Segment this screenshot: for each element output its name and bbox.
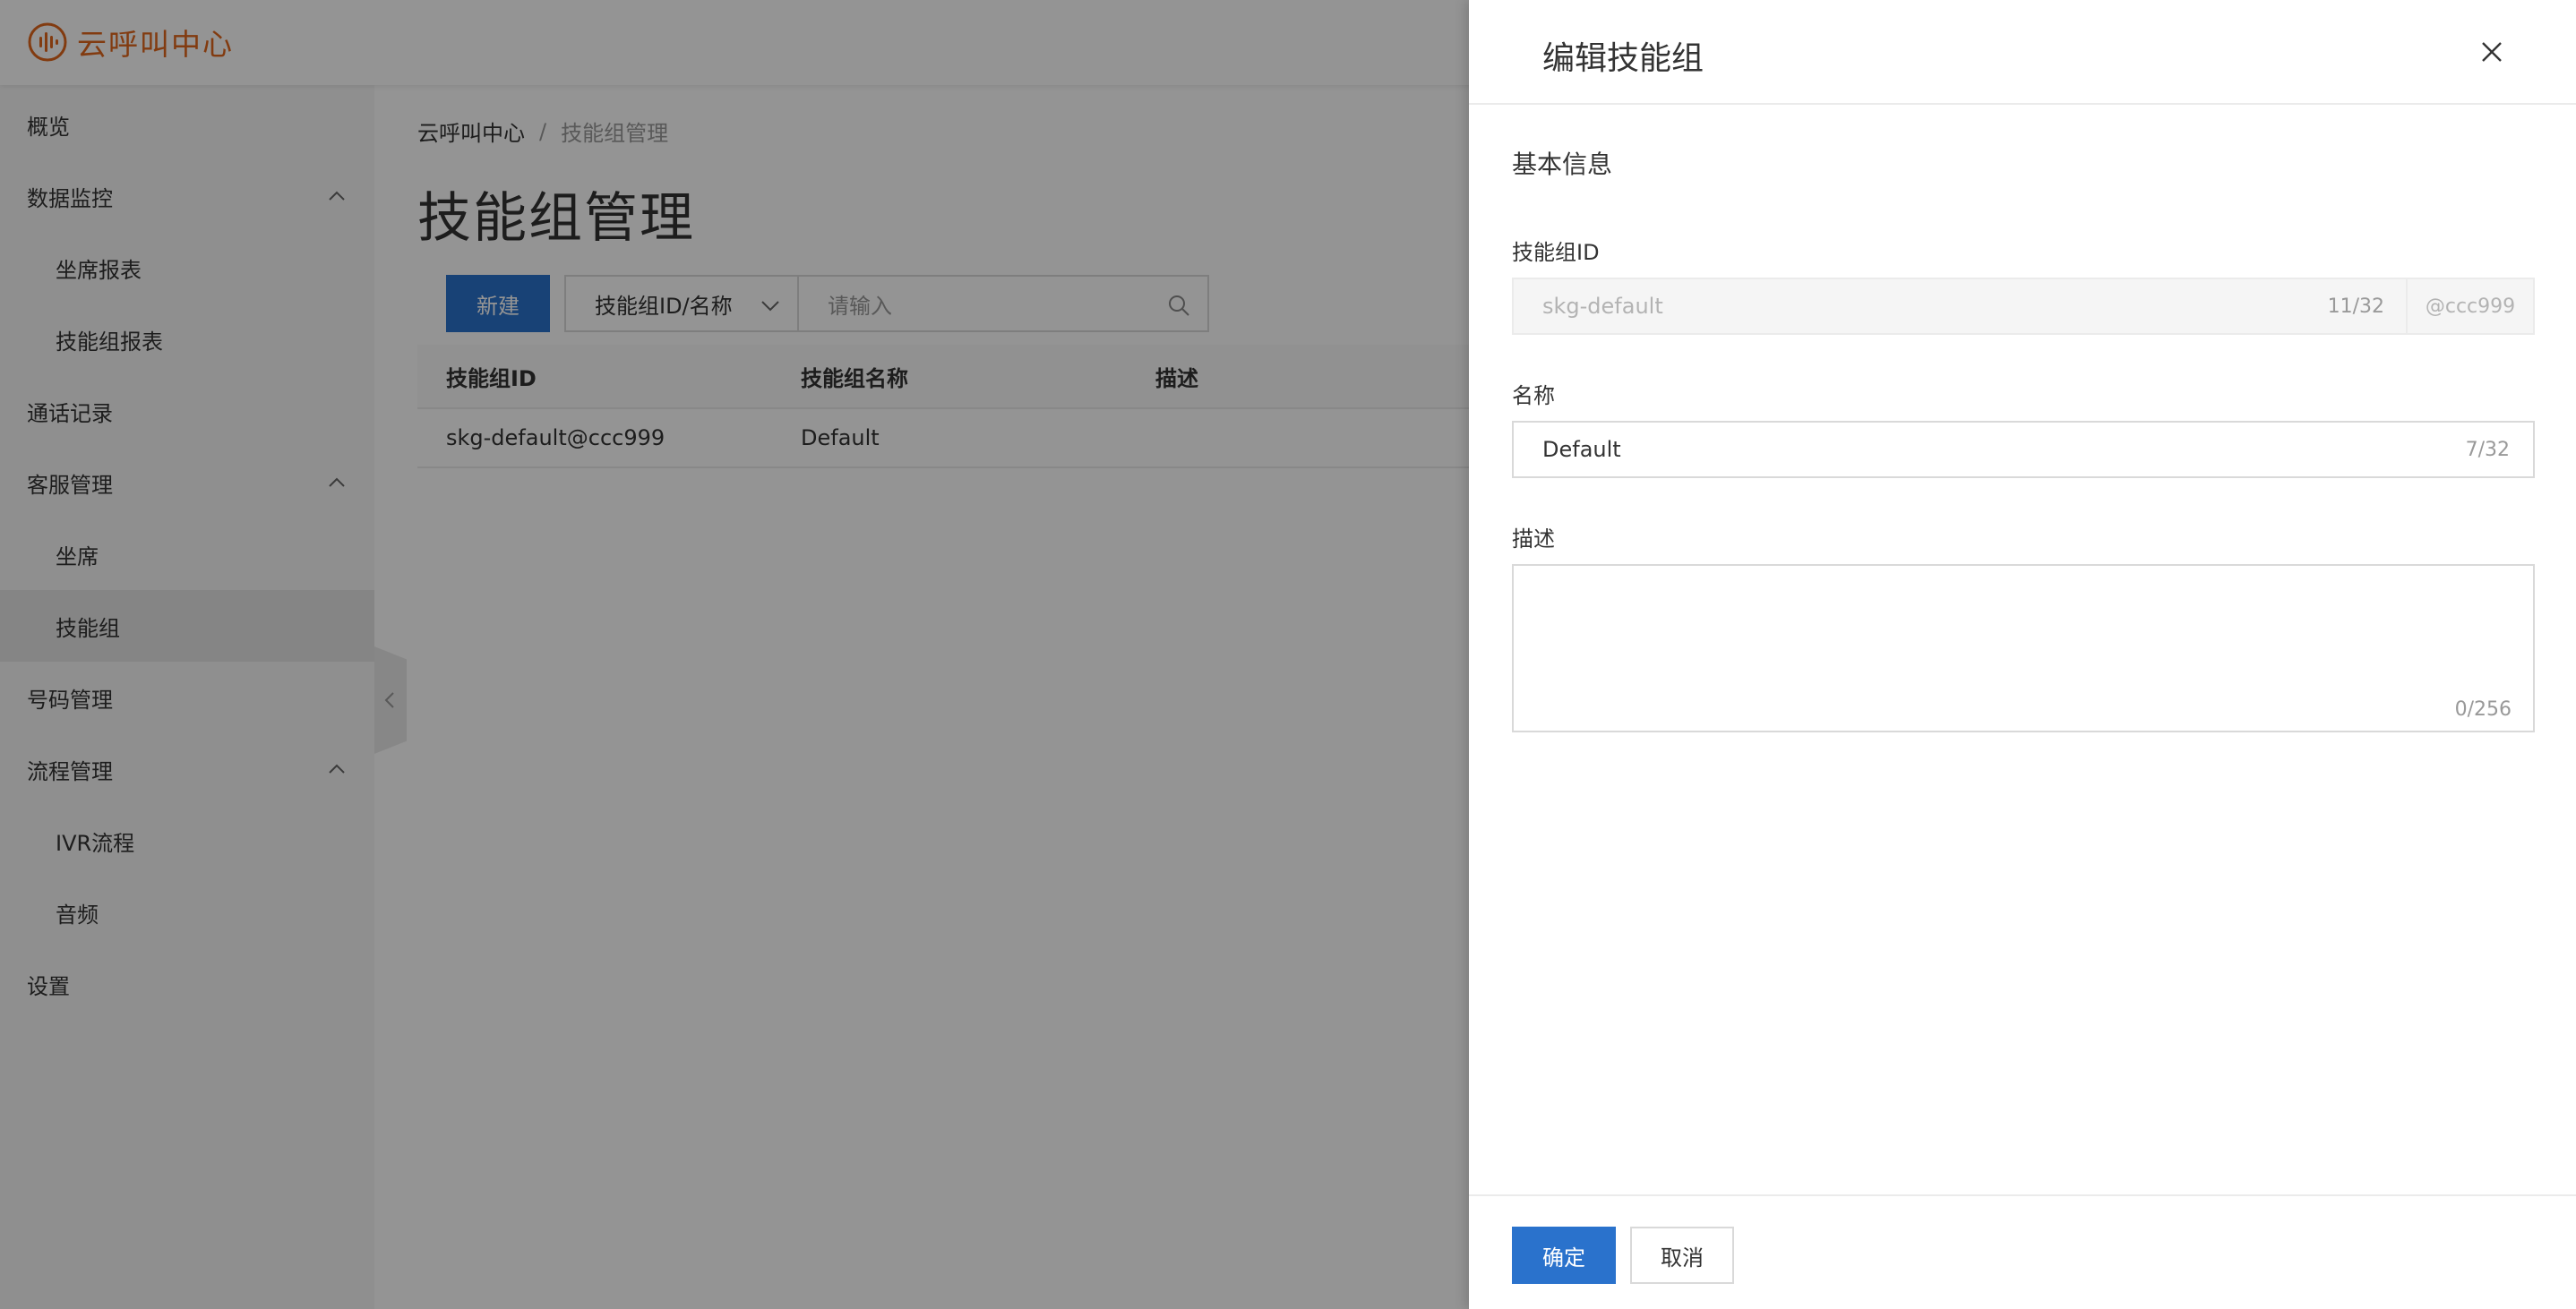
drawer-footer: 确定 取消 (1469, 1194, 2576, 1309)
description-counter: 0/256 (2454, 697, 2512, 721)
skill-group-id-field: skg-default 11/32 @ccc999 (1512, 278, 2535, 335)
drawer-title: 编辑技能组 (1542, 40, 1704, 77)
description-textarea[interactable]: 0/256 (1512, 564, 2535, 732)
cancel-button[interactable]: 取消 (1630, 1227, 1734, 1284)
edit-skill-group-drawer: 编辑技能组 基本信息 技能组ID skg-default 11/32 @ccc9… (1469, 0, 2576, 1309)
skill-group-id-suffix: @ccc999 (2406, 279, 2533, 333)
section-title: 基本信息 (1512, 150, 1613, 179)
close-icon[interactable] (2479, 39, 2504, 64)
name-input-value: Default (1542, 437, 1621, 462)
name-label: 名称 (1512, 383, 1555, 408)
skill-group-id-counter: 11/32 (2327, 295, 2384, 318)
skill-group-id-label: 技能组ID (1512, 240, 1600, 265)
drawer-header: 编辑技能组 (1469, 0, 2576, 105)
name-input-counter: 7/32 (2465, 438, 2510, 461)
confirm-button[interactable]: 确定 (1512, 1227, 1616, 1284)
description-label: 描述 (1512, 526, 1555, 552)
name-input[interactable]: Default 7/32 (1512, 421, 2535, 478)
skill-group-id-value: skg-default (1542, 294, 1663, 319)
